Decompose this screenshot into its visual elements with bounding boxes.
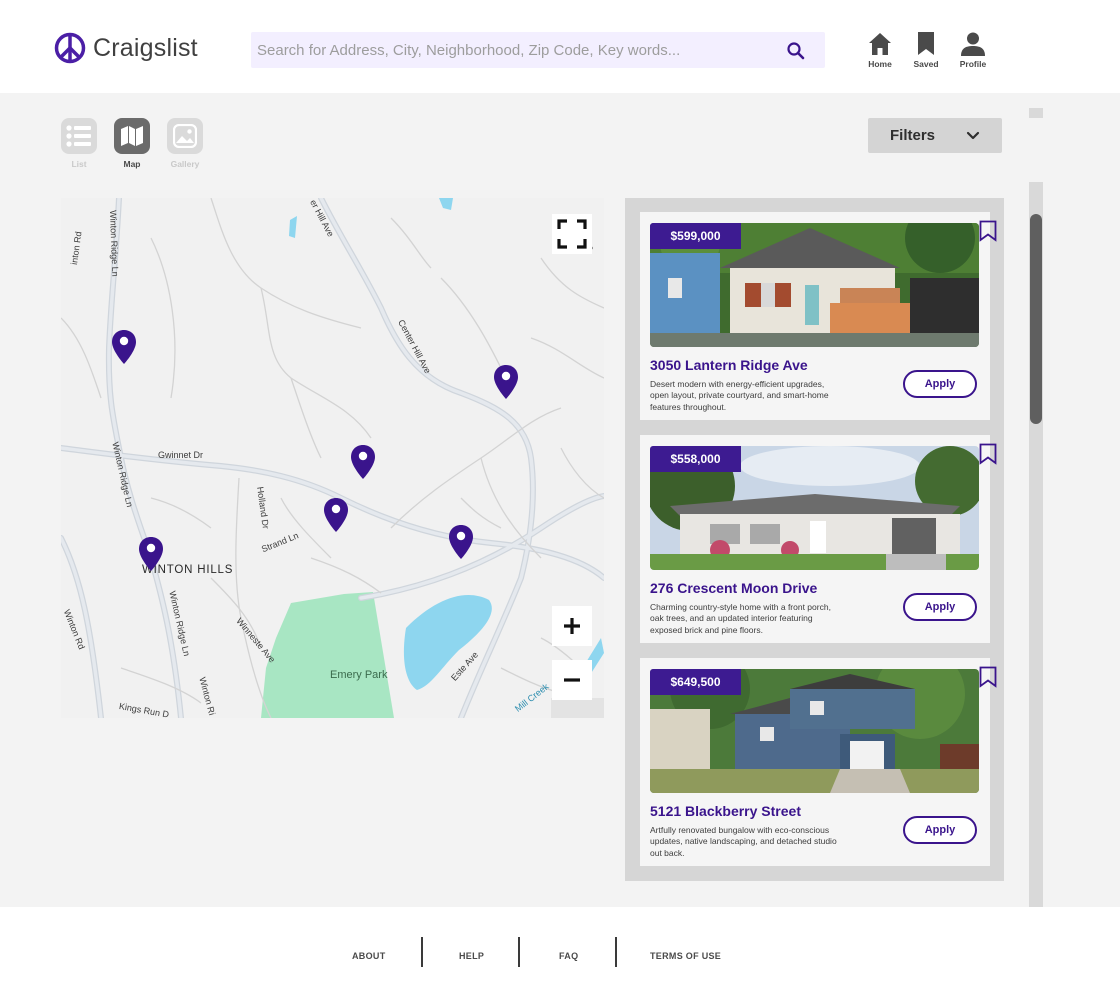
location-pin-icon[interactable] bbox=[138, 536, 164, 572]
search-bar bbox=[251, 32, 825, 68]
nav-profile-label: Profile bbox=[959, 59, 987, 69]
listing-description: Charming country-style home with a front… bbox=[650, 602, 831, 635]
bookmark-icon[interactable] bbox=[979, 443, 997, 465]
apply-button[interactable]: Apply bbox=[903, 370, 977, 398]
listing-card[interactable]: $599,000 3050 Lantern Ridge Ave Desert m… bbox=[640, 212, 997, 420]
footer-divider bbox=[518, 937, 520, 967]
zoom-out-button[interactable] bbox=[552, 660, 592, 700]
gallery-icon bbox=[173, 124, 197, 148]
map-icon bbox=[121, 126, 143, 146]
location-pin-icon[interactable] bbox=[323, 497, 349, 533]
logo[interactable]: Craigslist bbox=[54, 32, 198, 64]
map-base bbox=[61, 198, 604, 718]
search-input[interactable] bbox=[251, 32, 781, 68]
apply-button[interactable]: Apply bbox=[903, 593, 977, 621]
view-gallery-label: Gallery bbox=[170, 159, 200, 169]
filters-label: Filters bbox=[890, 127, 936, 144]
map-label-street: Gwinnet Dr bbox=[158, 450, 204, 460]
view-map-button[interactable]: Map bbox=[112, 118, 152, 169]
plus-icon bbox=[564, 618, 580, 634]
minus-icon bbox=[564, 678, 580, 682]
header: Craigslist Home Saved Profile bbox=[0, 0, 1120, 93]
price-tag: $649,500 bbox=[650, 669, 741, 695]
bookmark-icon bbox=[918, 32, 934, 55]
listing-description: Artfully renovated bungalow with eco-con… bbox=[650, 825, 837, 858]
zoom-in-button[interactable] bbox=[552, 606, 592, 646]
peace-sign-icon bbox=[54, 32, 86, 64]
listing-title[interactable]: 276 Crescent Moon Drive bbox=[650, 580, 817, 596]
view-map-label: Map bbox=[123, 159, 141, 169]
footer-divider bbox=[615, 937, 617, 967]
listings-panel: $599,000 3050 Lantern Ridge Ave Desert m… bbox=[625, 198, 1004, 881]
profile-icon bbox=[961, 32, 985, 56]
nav-home-label: Home bbox=[868, 59, 892, 69]
nav-home[interactable]: Home bbox=[858, 31, 902, 69]
apply-button[interactable]: Apply bbox=[903, 816, 977, 844]
footer-link-about[interactable]: ABOUT bbox=[352, 951, 386, 961]
footer-link-help[interactable]: HELP bbox=[459, 951, 484, 961]
map-view[interactable]: er Hill Ave Center Hill Ave Winton Ridge… bbox=[61, 198, 604, 718]
list-icon bbox=[66, 125, 91, 147]
footer-divider bbox=[421, 937, 423, 967]
home-icon bbox=[869, 33, 891, 55]
scrollbar-thumb[interactable] bbox=[1030, 214, 1042, 424]
view-list-label: List bbox=[71, 159, 87, 169]
chevron-down-icon bbox=[966, 131, 980, 140]
location-pin-icon[interactable] bbox=[350, 444, 376, 480]
location-pin-icon[interactable] bbox=[448, 524, 474, 560]
brand-name: Craigslist bbox=[93, 33, 198, 62]
footer-link-terms[interactable]: TERMS OF USE bbox=[650, 951, 721, 961]
price-tag: $558,000 bbox=[650, 446, 741, 472]
filters-dropdown[interactable]: Filters bbox=[868, 118, 1002, 153]
nav-saved[interactable]: Saved bbox=[904, 31, 948, 69]
listing-title[interactable]: 3050 Lantern Ridge Ave bbox=[650, 357, 808, 373]
view-list-button[interactable]: List bbox=[59, 118, 99, 169]
location-pin-icon[interactable] bbox=[493, 364, 519, 400]
bookmark-icon[interactable] bbox=[979, 666, 997, 688]
fullscreen-button[interactable] bbox=[552, 214, 592, 254]
listing-title[interactable]: 5121 Blackberry Street bbox=[650, 803, 801, 819]
price-tag: $599,000 bbox=[650, 223, 741, 249]
fullscreen-icon bbox=[557, 219, 587, 249]
nav-profile[interactable]: Profile bbox=[951, 31, 995, 69]
bookmark-icon[interactable] bbox=[979, 220, 997, 242]
location-pin-icon[interactable] bbox=[111, 329, 137, 365]
nav-saved-label: Saved bbox=[913, 59, 939, 69]
search-icon[interactable] bbox=[786, 41, 806, 61]
view-gallery-button[interactable]: Gallery bbox=[165, 118, 205, 169]
listing-card[interactable]: $558,000 276 Crescent Moon Drive Charmin… bbox=[640, 435, 997, 643]
listing-description: Desert modern with energy-efficient upgr… bbox=[650, 379, 829, 412]
scrollbar-top bbox=[1029, 108, 1043, 118]
listing-card[interactable]: $649,500 5121 Blackberry Street Artfully… bbox=[640, 658, 997, 866]
footer-link-faq[interactable]: FAQ bbox=[559, 951, 578, 961]
map-label-park: Emery Park bbox=[330, 669, 388, 681]
footer: ABOUT HELP FAQ TERMS OF USE bbox=[0, 907, 1120, 990]
